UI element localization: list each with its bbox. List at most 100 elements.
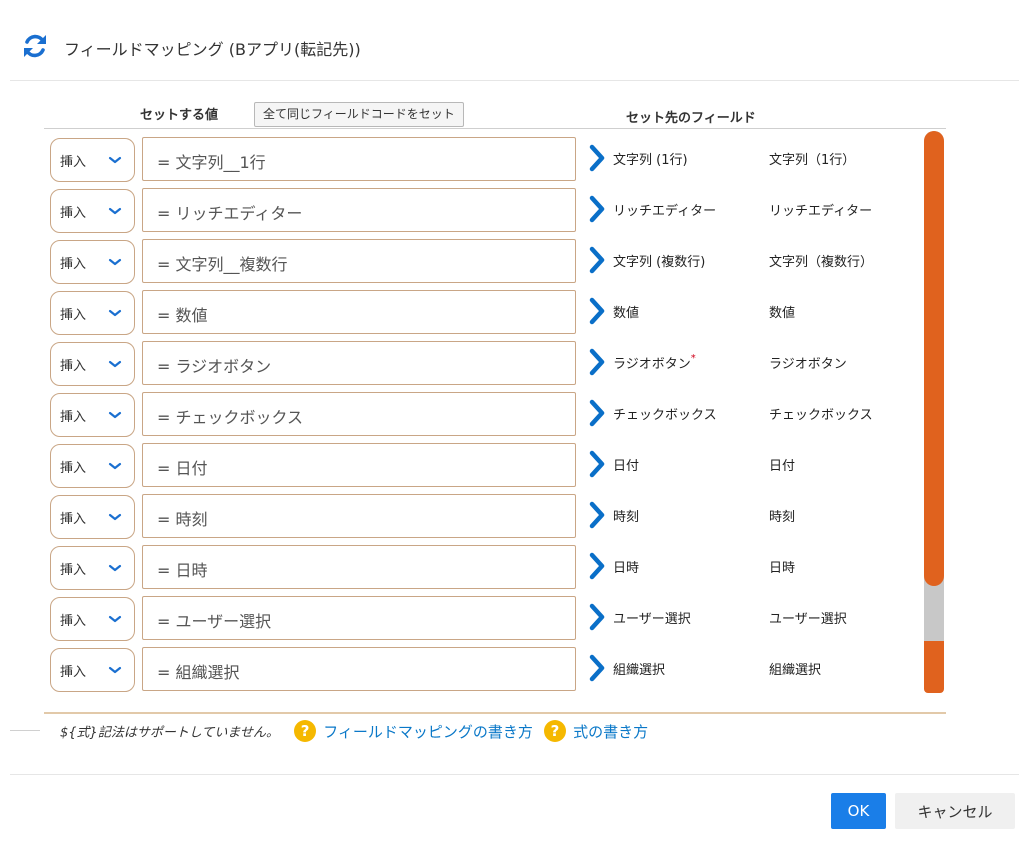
mode-label: 挿入 bbox=[60, 563, 87, 578]
chevron-down-icon bbox=[108, 564, 122, 572]
chevron-down-icon bbox=[108, 462, 122, 470]
mapping-row: 挿入 = リッチエディター リッチエディター リッチエディター bbox=[44, 180, 924, 233]
value-input[interactable]: = 組織選択 bbox=[142, 647, 576, 691]
help-icon[interactable]: ? bbox=[294, 720, 317, 742]
chevron-down-icon bbox=[108, 666, 122, 674]
mapping-row: 挿入 = 組織選択 組織選択 組織選択 bbox=[44, 639, 924, 692]
mode-label: 挿入 bbox=[60, 308, 87, 323]
mapping-grid: 挿入 = 文字列__1行 文字列 (1行) 文字列（1行） 挿入 = リッチエデ… bbox=[44, 128, 946, 714]
chevron-down-icon bbox=[108, 156, 122, 164]
mapping-row: 挿入 = 文字列__1行 文字列 (1行) 文字列（1行） bbox=[44, 129, 924, 182]
field-mapping-help-link[interactable]: フィールドマッピングの書き方 bbox=[323, 723, 533, 741]
mapping-row: 挿入 = チェックボックス チェックボックス チェックボックス bbox=[44, 384, 924, 437]
value-input[interactable]: = ユーザー選択 bbox=[142, 596, 576, 640]
mode-label: 挿入 bbox=[60, 359, 87, 374]
mapping-arrow-icon bbox=[589, 501, 605, 529]
mapping-row: 挿入 = 日付 日付 日付 bbox=[44, 435, 924, 488]
note-row: ${式}記法はサポートしていません。 ? フィールドマッピングの書き方 ? 式の… bbox=[60, 720, 648, 744]
value-input[interactable]: = リッチエディター bbox=[142, 188, 576, 232]
value-input[interactable]: = 数値 bbox=[142, 290, 576, 334]
chevron-down-icon bbox=[108, 360, 122, 368]
value-input[interactable]: = 文字列__1行 bbox=[142, 137, 576, 181]
mode-label: 挿入 bbox=[60, 155, 87, 170]
cancel-button[interactable]: キャンセル bbox=[895, 793, 1015, 829]
target-field-label: 数値 bbox=[613, 306, 640, 321]
mapping-arrow-icon bbox=[589, 348, 605, 376]
chevron-down-icon bbox=[108, 615, 122, 623]
mode-select[interactable]: 挿入 bbox=[50, 240, 135, 284]
target-field-label: 日時 bbox=[613, 561, 640, 576]
mapping-arrow-icon bbox=[589, 297, 605, 325]
target-field-label: ラジオボタン* bbox=[613, 353, 696, 372]
value-input[interactable]: = ラジオボタン bbox=[142, 341, 576, 385]
chevron-down-icon bbox=[108, 513, 122, 521]
mode-select[interactable]: 挿入 bbox=[50, 597, 135, 641]
ok-button[interactable]: OK bbox=[831, 793, 886, 829]
header-divider bbox=[10, 80, 1019, 81]
scrollbar-thumb[interactable] bbox=[924, 131, 944, 586]
sync-icon bbox=[24, 34, 46, 58]
target-field-code: 文字列（1行） bbox=[769, 153, 856, 168]
target-field-label: ユーザー選択 bbox=[613, 612, 691, 627]
dialog-header: フィールドマッピング (Bアプリ(転記先)) bbox=[0, 0, 1029, 80]
formula-help-link[interactable]: 式の書き方 bbox=[573, 723, 648, 741]
target-field-label: 文字列 (複数行) bbox=[613, 255, 706, 270]
mode-select[interactable]: 挿入 bbox=[50, 444, 135, 488]
mode-label: 挿入 bbox=[60, 206, 87, 221]
value-input[interactable]: = 日時 bbox=[142, 545, 576, 589]
mapping-row: 挿入 = 文字列__複数行 文字列 (複数行) 文字列（複数行） bbox=[44, 231, 924, 284]
target-field-label: 組織選択 bbox=[613, 663, 666, 678]
chevron-down-icon bbox=[108, 309, 122, 317]
mapping-arrow-icon bbox=[589, 399, 605, 427]
target-field-code: 組織選択 bbox=[769, 663, 822, 678]
mode-select[interactable]: 挿入 bbox=[50, 189, 135, 233]
value-input[interactable]: = 文字列__複数行 bbox=[142, 239, 576, 283]
mode-select[interactable]: 挿入 bbox=[50, 291, 135, 335]
mapping-row: 挿入 = 日時 日時 日時 bbox=[44, 537, 924, 590]
note-divider bbox=[10, 730, 40, 731]
mapping-arrow-icon bbox=[589, 654, 605, 682]
mode-select[interactable]: 挿入 bbox=[50, 546, 135, 590]
value-input[interactable]: = チェックボックス bbox=[142, 392, 576, 436]
target-field-label: 日付 bbox=[613, 459, 640, 474]
mapping-arrow-icon bbox=[589, 450, 605, 478]
mode-label: 挿入 bbox=[60, 257, 87, 272]
target-field-code: チェックボックス bbox=[769, 408, 873, 423]
mapping-row: 挿入 = ラジオボタン ラジオボタン* ラジオボタン bbox=[44, 333, 924, 386]
target-field-code: 日付 bbox=[769, 459, 796, 474]
mapping-row: 挿入 = 数値 数値 数値 bbox=[44, 282, 924, 335]
mapping-arrow-icon bbox=[589, 246, 605, 274]
mode-select[interactable]: 挿入 bbox=[50, 393, 135, 437]
mode-label: 挿入 bbox=[60, 512, 87, 527]
mapping-row: 挿入 = 時刻 時刻 時刻 bbox=[44, 486, 924, 539]
target-column-header: セット先のフィールド bbox=[626, 111, 756, 126]
target-field-label: リッチエディター bbox=[613, 204, 717, 219]
required-mark: * bbox=[690, 353, 696, 364]
mapping-arrow-icon bbox=[589, 603, 605, 631]
footer-divider bbox=[10, 774, 1019, 775]
target-field-code: 日時 bbox=[769, 561, 796, 576]
set-all-same-code-button[interactable]: 全て同じフィールドコードをセット bbox=[254, 102, 464, 127]
mode-label: 挿入 bbox=[60, 410, 87, 425]
help-icon[interactable]: ? bbox=[544, 720, 567, 742]
mode-select[interactable]: 挿入 bbox=[50, 138, 135, 182]
mapping-row: 挿入 = ユーザー選択 ユーザー選択 ユーザー選択 bbox=[44, 588, 924, 641]
target-field-code: ユーザー選択 bbox=[769, 612, 847, 627]
scrollbar-bottom-thumb[interactable] bbox=[924, 641, 944, 693]
target-field-code: 文字列（複数行） bbox=[769, 255, 874, 270]
chevron-down-icon bbox=[108, 258, 122, 266]
chevron-down-icon bbox=[108, 411, 122, 419]
mode-select[interactable]: 挿入 bbox=[50, 495, 135, 539]
target-field-code: 数値 bbox=[769, 306, 796, 321]
chevron-down-icon bbox=[108, 207, 122, 215]
mode-select[interactable]: 挿入 bbox=[50, 648, 135, 692]
mapping-arrow-icon bbox=[589, 144, 605, 172]
value-column-header: セットする値 bbox=[140, 108, 219, 123]
target-field-label: 時刻 bbox=[613, 510, 640, 525]
mode-select[interactable]: 挿入 bbox=[50, 342, 135, 386]
value-input[interactable]: = 時刻 bbox=[142, 494, 576, 538]
unsupported-syntax-note: ${式}記法はサポートしていません。 bbox=[60, 725, 280, 741]
target-field-code: リッチエディター bbox=[769, 204, 873, 219]
value-input[interactable]: = 日付 bbox=[142, 443, 576, 487]
mode-label: 挿入 bbox=[60, 461, 87, 476]
